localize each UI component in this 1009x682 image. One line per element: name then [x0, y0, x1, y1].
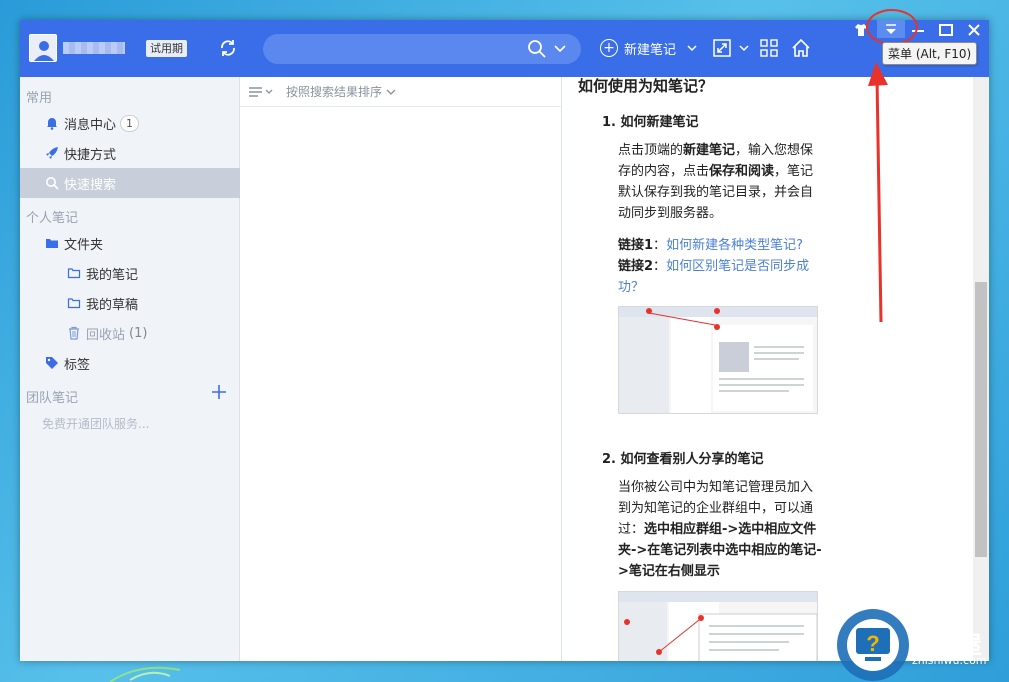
sidebar-item-label: 消息中心	[64, 117, 117, 133]
search-box	[263, 34, 581, 64]
menu-tooltip: 菜单 (Alt, F10)	[882, 42, 978, 65]
tag-icon	[44, 355, 60, 371]
new-note-button[interactable]: + 新建笔记	[600, 37, 698, 59]
grid-icon[interactable]	[760, 39, 778, 57]
user-icon	[30, 35, 56, 61]
section-personal: 个人笔记	[26, 211, 79, 226]
sidebar-item-quick-search[interactable]: 快速搜索	[20, 168, 240, 198]
folder-icon	[44, 235, 60, 251]
chevron-down-icon[interactable]	[553, 42, 567, 56]
add-team-icon[interactable]	[211, 384, 227, 400]
screenshot-thumbnail-2[interactable]	[618, 591, 818, 661]
new-note-label: 新建笔记	[624, 42, 677, 58]
bell-icon	[44, 115, 60, 131]
content-scrollbar[interactable]	[973, 77, 989, 661]
avatar[interactable]	[29, 34, 57, 62]
view-mode-toggle[interactable]	[248, 85, 274, 99]
sidebar-item-drafts[interactable]: 我的草稿	[20, 288, 240, 318]
search-input[interactable]	[275, 39, 525, 59]
sidebar-item-label: 回收站	[86, 327, 126, 343]
sort-label: 按照搜索结果排序	[286, 85, 383, 99]
section-common: 常用	[26, 91, 53, 106]
sort-dropdown[interactable]: 按照搜索结果排序	[286, 83, 397, 100]
sidebar-item-tags[interactable]: 标签	[20, 348, 240, 378]
annotation-arrow	[868, 62, 888, 322]
sidebar-item-label: 标签	[64, 357, 91, 373]
sidebar-item-shortcuts[interactable]: 快捷方式	[20, 138, 240, 168]
search-icon	[44, 175, 60, 191]
sidebar-item-label: 快捷方式	[64, 147, 117, 163]
sidebar-item-folders[interactable]: 文件夹	[20, 228, 240, 258]
note-title: 如何使用为知笔记？	[578, 77, 714, 95]
rocket-icon	[44, 145, 60, 161]
note-list: 按照搜索结果排序	[240, 77, 562, 661]
list-view-icon	[249, 86, 273, 97]
step-1-links: 链接1：如何新建各种类型笔记? 链接2：如何区别笔记是否同步成功？	[618, 238, 810, 295]
list-toolbar: 按照搜索结果排序	[240, 77, 562, 107]
scrollbar-thumb[interactable]	[975, 282, 987, 557]
screenshot-thumbnail-1[interactable]	[618, 306, 818, 414]
step-2-text: 当你被公司中为知笔记管理员加入到为知笔记的企业群组中，可以通过：选中相应群组->…	[618, 480, 822, 579]
sidebar-item-label: 我的草稿	[86, 297, 139, 313]
section-team: 团队笔记	[26, 391, 79, 406]
watermark-url: zhishiwu.com	[912, 654, 987, 667]
search-icon[interactable]	[527, 39, 547, 59]
team-service-link[interactable]: 免费开通团队服务...	[42, 415, 149, 432]
sidebar-item-trash[interactable]: 回收站 (1)	[20, 318, 240, 348]
trash-icon	[66, 325, 82, 341]
trash-count: (1)	[129, 325, 148, 341]
step-1-title: 1. 如何新建笔记	[602, 115, 699, 130]
thumbnail-image	[619, 592, 817, 661]
sidebar-item-messages[interactable]: 消息中心 1	[20, 108, 240, 138]
sidebar-item-label: 我的笔记	[86, 267, 139, 283]
thumbnail-image	[619, 307, 817, 413]
sidebar: 常用 消息中心 1 快捷方式 快速搜索 个人笔记 文件夹 我的笔记 我的草稿 回…	[20, 77, 240, 661]
sidebar-item-my-notes[interactable]: 我的笔记	[20, 258, 240, 288]
sync-icon[interactable]	[216, 36, 240, 60]
maximize-icon[interactable]	[938, 22, 954, 38]
trial-badge[interactable]: 试用期	[146, 40, 187, 57]
close-icon[interactable]	[966, 22, 982, 38]
chevron-down-icon[interactable]	[686, 42, 698, 54]
chevron-down-icon	[386, 89, 396, 95]
svg-text:?: ?	[866, 631, 879, 656]
username-redacted	[63, 42, 125, 54]
annotation-circle	[866, 9, 918, 45]
step-1-text: 点击顶端的新建笔记，输入您想保存的内容，点击保存和阅读，笔记默认保存到我的笔记目…	[618, 143, 814, 221]
step-2-title: 2. 如何查看别人分享的笔记	[602, 452, 764, 467]
sidebar-item-label: 文件夹	[64, 237, 104, 253]
title-bar: 试用期 + 新建笔记 菜单 (Alt, F10)	[20, 20, 989, 77]
link-new-note-types[interactable]: 如何新建各种类型笔记?	[666, 238, 803, 253]
chevron-down-icon[interactable]	[738, 42, 750, 54]
expand-icon[interactable]	[712, 38, 732, 58]
folder-outline-icon	[66, 295, 82, 311]
message-count-badge: 1	[120, 114, 140, 132]
plus-icon: +	[600, 39, 618, 57]
home-icon[interactable]	[790, 37, 812, 59]
note-content: 如何使用为知笔记？ 1. 如何新建笔记 点击顶端的新建笔记，输入您想保存的内容，…	[562, 77, 973, 661]
folder-outline-icon	[66, 265, 82, 281]
sidebar-item-label: 快速搜索	[64, 177, 117, 193]
app-window: 试用期 + 新建笔记 菜单 (Alt, F10) 常用 消息中心 1 快捷方式 …	[20, 20, 989, 661]
